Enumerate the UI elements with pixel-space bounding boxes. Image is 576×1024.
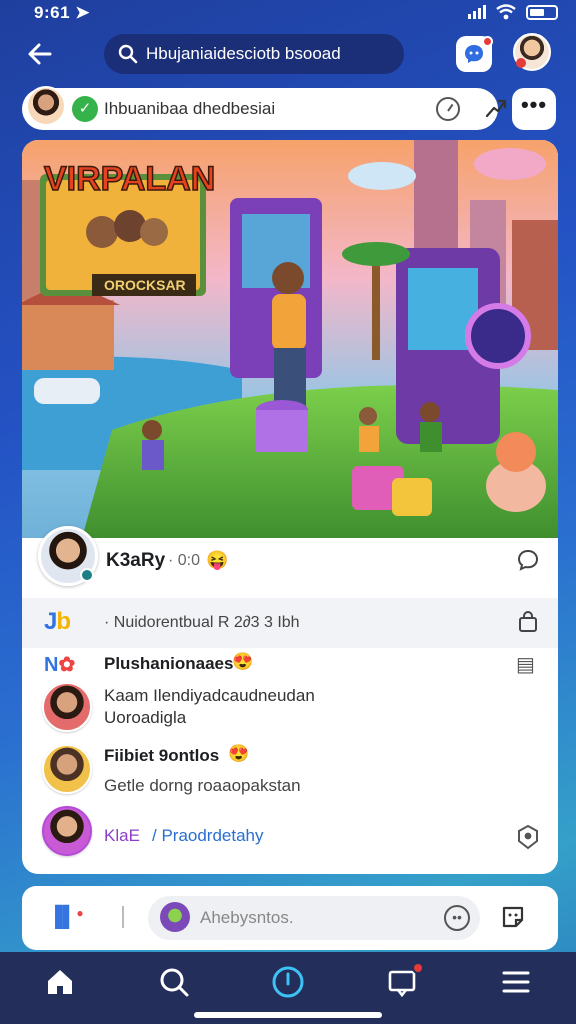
comment-text[interactable]: / Praodrdetahy	[152, 826, 264, 846]
comment-author[interactable]: KlaE	[104, 826, 140, 846]
app-logo: Jb	[44, 608, 71, 635]
comment-placeholder: Ahebysntos.	[200, 908, 294, 927]
arrow-left-icon	[28, 43, 52, 65]
notification-badge	[412, 962, 424, 974]
emoji-icon[interactable]: ••	[444, 905, 470, 931]
messenger-icon	[465, 45, 483, 63]
avatar	[160, 902, 190, 932]
post-author: K3aRy · 0:0 😝	[22, 526, 558, 594]
author-emoji: 😝	[206, 550, 229, 570]
tab-menu[interactable]	[494, 962, 538, 1002]
author-meta: · 0:0	[168, 552, 201, 569]
checkmark-icon: ✓	[72, 96, 98, 122]
comment-author[interactable]: Plushanionaaes	[104, 654, 233, 674]
wifi-icon	[496, 4, 516, 20]
sticker-icon[interactable]	[498, 902, 528, 932]
home-icon	[48, 970, 72, 994]
avatar[interactable]	[42, 744, 92, 794]
power-icon	[272, 966, 304, 998]
calendar-icon[interactable]: ▤	[516, 652, 535, 677]
image-title: VIRPALAN	[44, 160, 215, 198]
comment-text: Kaam Ilendiyadcaudneudan	[104, 686, 315, 705]
more-options-button[interactable]: •••	[512, 88, 556, 130]
battery-icon	[526, 4, 558, 20]
menu-icon	[502, 971, 530, 993]
list-item: Kaam Ilendiyadcaudneudan Uoroadigla	[22, 680, 558, 740]
post-composer[interactable]: ✓ Ihbuanibaa dhedbesiai	[22, 86, 507, 130]
divider	[122, 906, 124, 928]
status-icons	[468, 4, 558, 20]
tab-home[interactable]	[38, 962, 82, 1002]
back-button[interactable]	[22, 36, 58, 72]
comment-text: Getle dorng roaaopakstan	[104, 776, 301, 795]
list-item: KlaE / Praodrdetahy	[22, 804, 558, 864]
avatar	[26, 86, 66, 126]
comment-input-bar: ▐▌● Ahebysntos. ••	[22, 886, 558, 950]
status-time: 9:61 ➤	[34, 3, 90, 22]
shopping-bag-icon[interactable]	[516, 610, 540, 634]
top-nav: Hbujaniaidesciotb bsooad	[0, 32, 576, 76]
tab-create[interactable]	[266, 962, 310, 1002]
comment-icon[interactable]	[516, 548, 540, 572]
comment-input[interactable]: Ahebysntos. ••	[148, 896, 480, 940]
image-sign: OROCKSAR	[104, 277, 186, 293]
comment-author[interactable]: Fiibiet 9ontlos	[104, 746, 219, 766]
post-tagline-row: Jb · Nuidorentbual R 2∂3 3 Ibh	[22, 598, 558, 648]
app-logo-icon: ▐▌●	[48, 906, 84, 928]
signal-icon	[468, 5, 486, 19]
search-icon	[160, 968, 189, 997]
search-text: Hbujaniaidesciotb bsooad	[146, 44, 341, 63]
share-icon[interactable]	[484, 96, 508, 120]
home-indicator[interactable]	[194, 1012, 382, 1018]
comment-text-2: Uoroadigla	[104, 708, 187, 727]
profile-badge	[516, 58, 526, 68]
tab-search[interactable]	[152, 962, 196, 1002]
post-card: VIRPALAN OROCKSAR K3aRy · 0:0 😝 Jb · Nui…	[22, 140, 558, 874]
post-tagline: · Nuidorentbual R 2∂3 3 Ibh	[104, 614, 300, 631]
comment-emoji: 😍	[228, 744, 250, 763]
search-icon	[118, 44, 138, 64]
clock-icon[interactable]	[436, 97, 460, 121]
comment-emoji: 😍	[232, 652, 254, 671]
author-name[interactable]: K3aRy	[106, 550, 165, 572]
notification-badge	[482, 36, 493, 47]
composer-text: Ihbuanibaa dhedbesiai	[104, 99, 276, 118]
post-image[interactable]: VIRPALAN OROCKSAR	[22, 140, 558, 538]
online-status-icon	[80, 568, 94, 582]
avatar[interactable]	[42, 806, 92, 856]
group-icon: N✿	[44, 654, 76, 676]
location-icon[interactable]	[516, 824, 540, 850]
avatar[interactable]	[42, 682, 92, 732]
search-bar[interactable]: Hbujaniaidesciotb bsooad	[104, 34, 404, 74]
list-item: Fiibiet 9ontlos 😍 Getle dorng roaaopakst…	[22, 742, 558, 802]
status-bar: 9:61 ➤	[0, 0, 576, 26]
